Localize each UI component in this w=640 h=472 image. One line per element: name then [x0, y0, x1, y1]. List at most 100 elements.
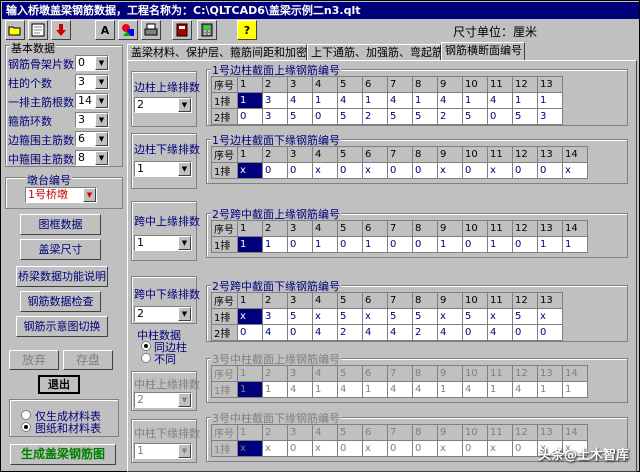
grid-cell[interactable]: x: [487, 162, 513, 179]
section-3-grid[interactable]: 序号 1 2 3 4 5 6 7 8 9 10 11 12 13 14 1排 1 1 0 1 0 1 0 0 1 0 1 0 1 1: [211, 220, 588, 253]
frame-data-button[interactable]: 图框数据: [20, 214, 101, 235]
skeleton-count-select[interactable]: 0 ▼: [75, 55, 109, 71]
grid-cell[interactable]: 5: [337, 308, 363, 325]
section-1-grid[interactable]: 序号 1 2 3 4 5 6 7 8 9 10 11 12 13 1排 1 3 4 1 4 1 4 1 4 1 4 1 1 2排 0 3 5 0…: [211, 76, 563, 125]
calculator-icon[interactable]: [197, 20, 217, 40]
column-count-select[interactable]: 3 ▼: [75, 74, 109, 90]
grid-cell[interactable]: x: [362, 162, 388, 179]
grid-cell[interactable]: 5: [387, 308, 413, 325]
row-control-3-select[interactable]: 1 ▼: [134, 235, 192, 251]
grid-cell[interactable]: 0: [512, 162, 538, 179]
drawing-and-material-radio[interactable]: [21, 422, 31, 432]
grid-cell[interactable]: 5: [462, 308, 488, 325]
grid-cell[interactable]: 1: [537, 381, 563, 398]
grid-cell[interactable]: 4: [437, 92, 463, 109]
row-control-4-select[interactable]: 2 ▼: [134, 306, 192, 322]
grid-cell[interactable]: 3: [262, 108, 288, 125]
grid-cell[interactable]: 4: [287, 381, 313, 398]
grid-cell[interactable]: 0: [462, 324, 488, 341]
grid-cell[interactable]: 1: [312, 236, 338, 253]
section-5-grid[interactable]: 序号 1 2 3 4 5 6 7 8 9 10 11 12 13 14 1排 1 1 4 1 4 1 4 4 1 4 1 4 1 1: [211, 365, 588, 398]
grid-cell[interactable]: x: [312, 162, 338, 179]
grid-cell[interactable]: 0: [462, 440, 488, 457]
grid-cell[interactable]: 1: [437, 236, 463, 253]
grid-cell[interactable]: 0: [312, 108, 338, 125]
grid-cell[interactable]: 1: [512, 92, 538, 109]
grid-cell[interactable]: 5: [287, 108, 313, 125]
grid-cell[interactable]: 5: [512, 108, 538, 125]
grid-cell[interactable]: x: [362, 308, 388, 325]
grid-cell[interactable]: 1: [362, 381, 388, 398]
grid-cell[interactable]: 4: [487, 92, 513, 109]
grid-cell[interactable]: 1: [237, 92, 263, 109]
grid-cell[interactable]: 1: [237, 236, 263, 253]
grid-cell[interactable]: 5: [412, 108, 438, 125]
stirrup-ring-select[interactable]: 3 ▼: [75, 112, 109, 128]
grid-cell[interactable]: 1: [362, 236, 388, 253]
grid-cell[interactable]: 0: [462, 162, 488, 179]
database-icon[interactable]: [118, 20, 138, 40]
section-6-grid[interactable]: 序号 1 2 3 4 5 6 7 8 9 10 11 12 13 14 1排 x x 0 x 0 x 0 0 x 0 x 0 x x: [211, 424, 588, 457]
grid-cell[interactable]: 1: [262, 236, 288, 253]
grid-cell[interactable]: 1: [437, 381, 463, 398]
grid-cell[interactable]: x: [237, 440, 263, 457]
grid-cell[interactable]: 5: [462, 108, 488, 125]
grid-cell[interactable]: 0: [337, 440, 363, 457]
grid-cell[interactable]: 0: [387, 236, 413, 253]
grid-cell[interactable]: 4: [487, 324, 513, 341]
grid-cell[interactable]: 4: [387, 324, 413, 341]
grid-cell[interactable]: 1: [487, 381, 513, 398]
grid-cell[interactable]: 4: [337, 92, 363, 109]
row-control-5-select[interactable]: 2 ▼: [134, 392, 192, 408]
grid-cell[interactable]: 0: [462, 236, 488, 253]
grid-cell[interactable]: 3: [262, 92, 288, 109]
grid-cell[interactable]: 5: [337, 108, 363, 125]
grid-cell[interactable]: x: [312, 308, 338, 325]
grid-cell[interactable]: 1: [487, 236, 513, 253]
grid-cell[interactable]: 0: [262, 162, 288, 179]
function-help-button[interactable]: 桥梁数据功能说明: [16, 266, 108, 287]
rebar-diagram-toggle-button[interactable]: 钢筋示意图切换: [16, 316, 108, 337]
grid-cell[interactable]: 1: [537, 92, 563, 109]
grid-cell[interactable]: x: [437, 308, 463, 325]
grid-cell[interactable]: x: [487, 440, 513, 457]
grid-cell[interactable]: 0: [412, 236, 438, 253]
grid-cell[interactable]: 1: [562, 236, 588, 253]
material-only-radio[interactable]: [21, 410, 31, 420]
open-icon[interactable]: [5, 20, 25, 40]
grid-cell[interactable]: x: [537, 308, 563, 325]
grid-cell[interactable]: 2: [437, 108, 463, 125]
grid-cell[interactable]: 4: [437, 324, 463, 341]
grid-cell[interactable]: 4: [262, 324, 288, 341]
grid-cell[interactable]: x: [237, 308, 263, 325]
row-control-1-select[interactable]: 2 ▼: [134, 97, 192, 113]
grid-cell[interactable]: 1: [462, 92, 488, 109]
grid-cell[interactable]: 0: [237, 108, 263, 125]
pier-select[interactable]: 1号桥墩 ▼: [25, 187, 97, 203]
print-icon[interactable]: [141, 20, 161, 40]
grid-cell[interactable]: x: [237, 162, 263, 179]
grid-cell[interactable]: 0: [487, 108, 513, 125]
grid-cell[interactable]: 2: [412, 324, 438, 341]
save-icon[interactable]: [28, 20, 48, 40]
grid-cell[interactable]: 2: [362, 108, 388, 125]
grid-cell[interactable]: x: [437, 162, 463, 179]
mid-stirrup-select[interactable]: 8 ▼: [75, 150, 109, 166]
tab-materials[interactable]: 盖梁材料、保护层、箍筋间距和加密: [127, 44, 307, 61]
grid-cell[interactable]: 0: [337, 162, 363, 179]
grid-cell[interactable]: x: [262, 440, 288, 457]
main-bar-count-select[interactable]: 14 ▼: [75, 93, 109, 109]
grid-cell[interactable]: 5: [387, 108, 413, 125]
row-control-2-select[interactable]: 1 ▼: [134, 161, 192, 177]
grid-cell[interactable]: 4: [512, 381, 538, 398]
grid-cell[interactable]: 0: [537, 324, 563, 341]
abandon-button[interactable]: 放弃: [9, 350, 59, 370]
grid-cell[interactable]: 4: [287, 92, 313, 109]
grid-cell[interactable]: 5: [412, 308, 438, 325]
grid-cell[interactable]: 1: [362, 92, 388, 109]
down-arrow-icon[interactable]: [51, 20, 71, 40]
grid-cell[interactable]: x: [562, 162, 588, 179]
generate-drawing-button[interactable]: 生成盖梁钢筋图: [10, 444, 116, 465]
edge-stirrup-select[interactable]: 6 ▼: [75, 131, 109, 147]
grid-cell[interactable]: 0: [512, 440, 538, 457]
